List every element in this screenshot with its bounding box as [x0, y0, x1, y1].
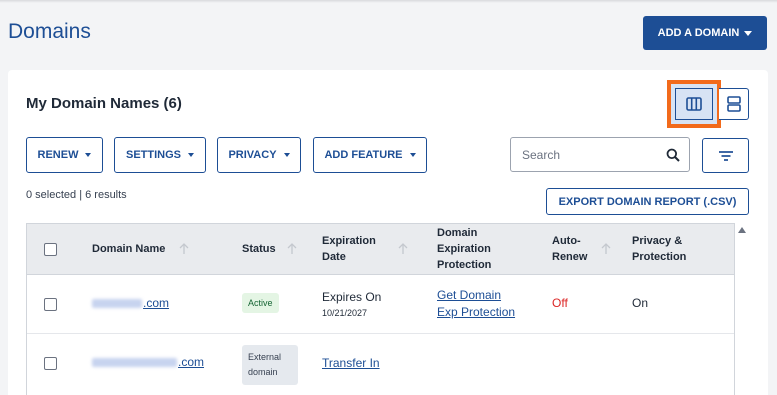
column-autorenew-line1: Auto-	[552, 235, 581, 247]
row-view-button[interactable]	[719, 88, 749, 120]
get-exp-protection-line1: Get Domain	[437, 288, 502, 302]
filter-button[interactable]	[702, 138, 749, 173]
sort-arrow-icon[interactable]	[600, 243, 612, 255]
auto-renew-status: Off	[552, 296, 568, 310]
export-report-button[interactable]: EXPORT DOMAIN REPORT (.CSV)	[546, 188, 749, 215]
privacy-status: On	[632, 296, 649, 310]
sort-arrow-icon[interactable]	[397, 243, 409, 255]
column-view-button[interactable]	[675, 88, 713, 120]
column-domain-expiration-protection: Domain Expiration Protection	[437, 225, 491, 273]
select-all-checkbox[interactable]	[44, 243, 57, 256]
chevron-down-icon	[283, 153, 290, 157]
table-header: Domain Name Status Expiration Date Domai…	[27, 224, 734, 275]
table-row: .com Active Expires On 10/21/2027 Get Do…	[27, 275, 734, 334]
column-privacy-protection: Privacy & Protection	[632, 233, 686, 265]
chevron-down-icon	[744, 30, 753, 36]
column-status[interactable]: Status	[242, 241, 276, 257]
chevron-down-icon	[85, 153, 92, 157]
column-privacy-line2: Protection	[632, 251, 687, 263]
table-row: .com External domain Transfer In	[27, 334, 734, 395]
column-protection-line3: Protection	[437, 259, 492, 271]
status-badge: External domain	[242, 345, 298, 385]
selection-summary: 0 selected | 6 results	[26, 189, 127, 201]
chevron-down-icon	[188, 153, 194, 157]
settings-dropdown[interactable]: SETTINGS	[114, 137, 206, 173]
row-checkbox[interactable]	[44, 298, 57, 311]
privacy-dropdown[interactable]: PRIVACY	[217, 137, 301, 173]
column-view-toggle[interactable]	[667, 80, 721, 128]
row-view-icon	[726, 96, 741, 112]
column-view-icon	[686, 97, 702, 111]
column-expiration-date[interactable]: Expiration Date	[322, 233, 376, 265]
page-title: Domains	[8, 20, 91, 43]
redacted-domain	[92, 358, 177, 368]
renew-dropdown[interactable]: RENEW	[26, 137, 103, 173]
redacted-domain	[92, 299, 142, 309]
column-privacy-line1: Privacy &	[632, 235, 683, 247]
add-domain-label: ADD A DOMAIN	[657, 27, 740, 39]
filter-icon	[718, 150, 733, 161]
domain-name-link[interactable]: .com	[92, 355, 204, 369]
table-scrollbar[interactable]	[735, 223, 749, 395]
search-box[interactable]	[510, 137, 690, 172]
sort-arrow-icon[interactable]	[286, 243, 298, 255]
status-line2: domain	[248, 367, 278, 377]
column-auto-renew[interactable]: Auto- Renew	[552, 233, 587, 265]
card-title: My Domain Names (6)	[26, 95, 182, 112]
domains-table: Domain Name Status Expiration Date Domai…	[26, 223, 735, 395]
column-protection-line1: Domain	[437, 227, 478, 239]
sort-arrow-icon[interactable]	[178, 243, 190, 255]
search-icon[interactable]	[666, 148, 680, 162]
search-input[interactable]	[522, 147, 652, 162]
column-expiration-line2: Date	[322, 251, 346, 263]
column-protection-line2: Expiration	[437, 243, 491, 255]
status-badge: Active	[242, 293, 279, 313]
expires-date: 10/21/2027	[322, 308, 368, 318]
domain-name-link[interactable]: .com	[92, 296, 169, 310]
domain-suffix: .com	[178, 355, 205, 369]
add-feature-dropdown[interactable]: ADD FEATURE	[313, 137, 427, 173]
privacy-label: PRIVACY	[228, 149, 277, 161]
get-exp-protection-link[interactable]: Get Domain Exp Protection	[437, 287, 515, 321]
domain-suffix: .com	[143, 296, 170, 310]
scroll-up-icon[interactable]	[738, 227, 746, 233]
add-domain-button[interactable]: ADD A DOMAIN	[643, 16, 767, 50]
expires-label: Expires On	[322, 290, 382, 304]
get-exp-protection-line2: Exp Protection	[437, 305, 516, 319]
column-autorenew-line2: Renew	[552, 251, 588, 263]
status-line1: External	[248, 352, 282, 362]
chevron-down-icon	[409, 153, 416, 157]
renew-label: RENEW	[37, 149, 79, 161]
add-feature-label: ADD FEATURE	[324, 149, 403, 161]
column-domain-name[interactable]: Domain Name	[92, 241, 165, 257]
column-expiration-line1: Expiration	[322, 235, 376, 247]
top-edge-shadow	[0, 0, 777, 3]
settings-label: SETTINGS	[125, 149, 181, 161]
row-checkbox[interactable]	[44, 357, 57, 370]
transfer-in-link[interactable]: Transfer In	[322, 355, 380, 372]
